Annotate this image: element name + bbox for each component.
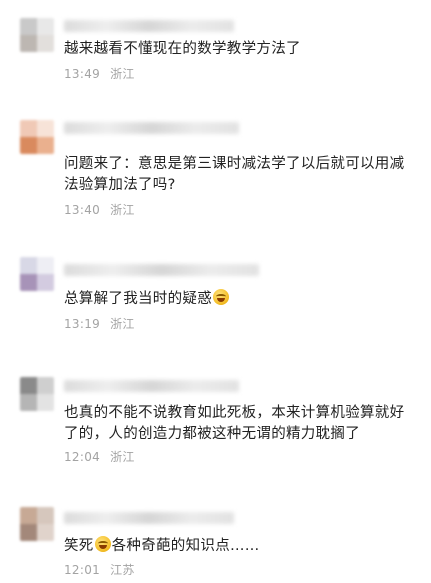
- comment-text-after: 各种奇葩的知识点……: [111, 538, 260, 554]
- comment-time: 12:01: [64, 563, 101, 577]
- comment-time: 13:19: [64, 317, 101, 331]
- comment-text: 总算解了我当时的疑惑: [64, 289, 414, 310]
- comment-location: 浙江: [110, 317, 135, 331]
- username-blurred[interactable]: [64, 20, 234, 32]
- comment-meta: 13:49 浙江: [64, 65, 135, 82]
- username-blurred[interactable]: [64, 122, 239, 134]
- comment-text-content: 总算解了我当时的疑惑: [64, 291, 212, 307]
- comment-list: 越来越看不懂现在的数学教学方法了 13:49 浙江 问题来了：意思是第三课时减法学…: [0, 0, 431, 583]
- comment-location: 浙江: [110, 203, 135, 217]
- comment-text: 越来越看不懂现在的数学教学方法了: [64, 41, 301, 57]
- comment-location: 浙江: [110, 67, 135, 81]
- avatar[interactable]: [20, 507, 54, 541]
- comment-meta: 12:01 江苏: [64, 561, 135, 578]
- comment-time: 12:04: [64, 450, 101, 464]
- avatar[interactable]: [20, 377, 54, 411]
- avatar[interactable]: [20, 120, 54, 154]
- laughing-emoji-icon: [94, 536, 111, 552]
- comment-text: 也真的不能不说教育如此死板，本来计算机验算就好了的，人的创造力都被这种无谓的精力…: [64, 405, 405, 442]
- avatar[interactable]: [20, 257, 54, 291]
- comment-location: 浙江: [110, 450, 135, 464]
- username-blurred[interactable]: [64, 512, 234, 524]
- comment-meta: 13:40 浙江: [64, 201, 135, 218]
- comment-meta: 13:19 浙江: [64, 315, 135, 332]
- comment-time: 13:40: [64, 203, 101, 217]
- comment-text-before: 笑死: [64, 538, 94, 554]
- comment-time: 13:49: [64, 67, 101, 81]
- laughing-crying-emoji-icon: [213, 289, 229, 305]
- comment-text: 问题来了：意思是第三课时减法学了以后就可以用减法验算加法了吗?: [64, 156, 405, 193]
- comment-meta: 12:04 浙江: [64, 448, 135, 465]
- avatar[interactable]: [20, 18, 54, 52]
- username-blurred[interactable]: [64, 380, 239, 392]
- comment-text: 笑死 各种奇葩的知识点……: [64, 536, 414, 557]
- comment-location: 江苏: [110, 563, 135, 577]
- username-blurred[interactable]: [64, 264, 259, 276]
